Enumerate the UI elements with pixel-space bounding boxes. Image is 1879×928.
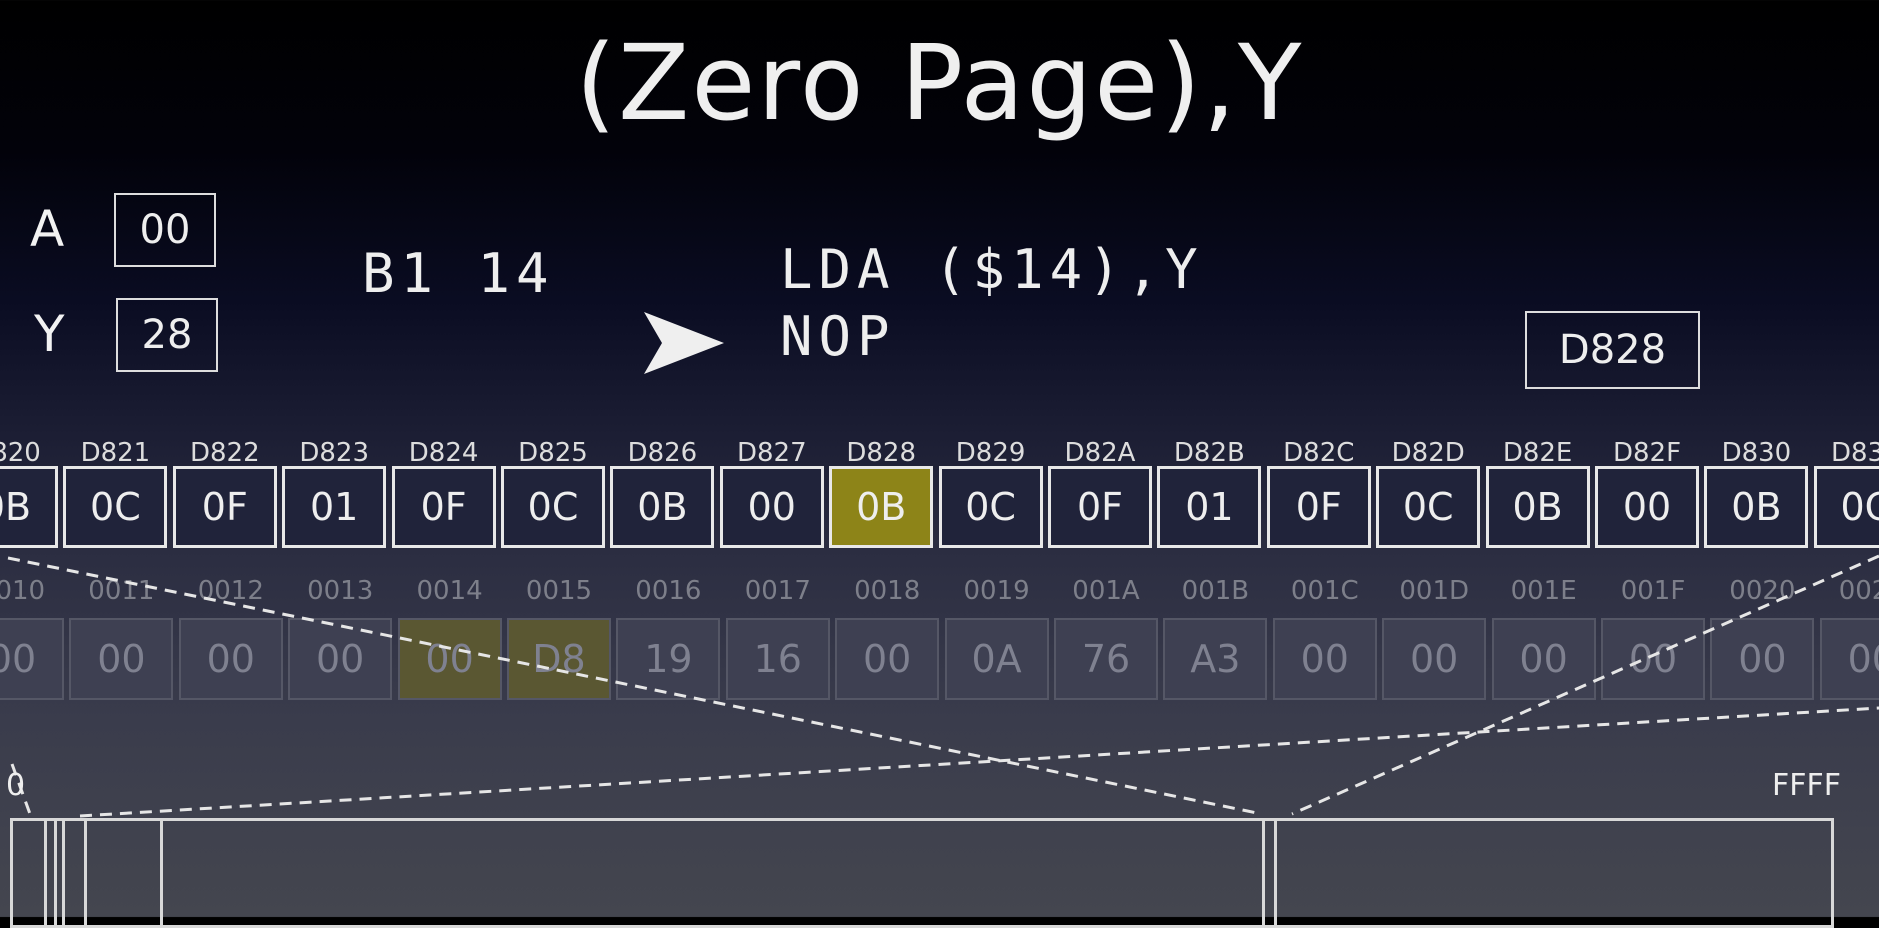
memory-map-end-label: FFFF <box>1772 768 1842 803</box>
memory-map-bar <box>10 818 1834 928</box>
memory-map-start-label: 0 <box>6 768 26 803</box>
memory-map-tick <box>84 818 87 928</box>
memory-map-tick <box>1274 818 1277 928</box>
memory-map-tick <box>54 818 57 928</box>
mapping-lines <box>7 554 1879 818</box>
memory-map-tick <box>1262 818 1265 928</box>
memory-map-tick <box>160 818 163 928</box>
memory-map-tick <box>62 818 65 928</box>
memory-map-tick <box>44 818 47 928</box>
